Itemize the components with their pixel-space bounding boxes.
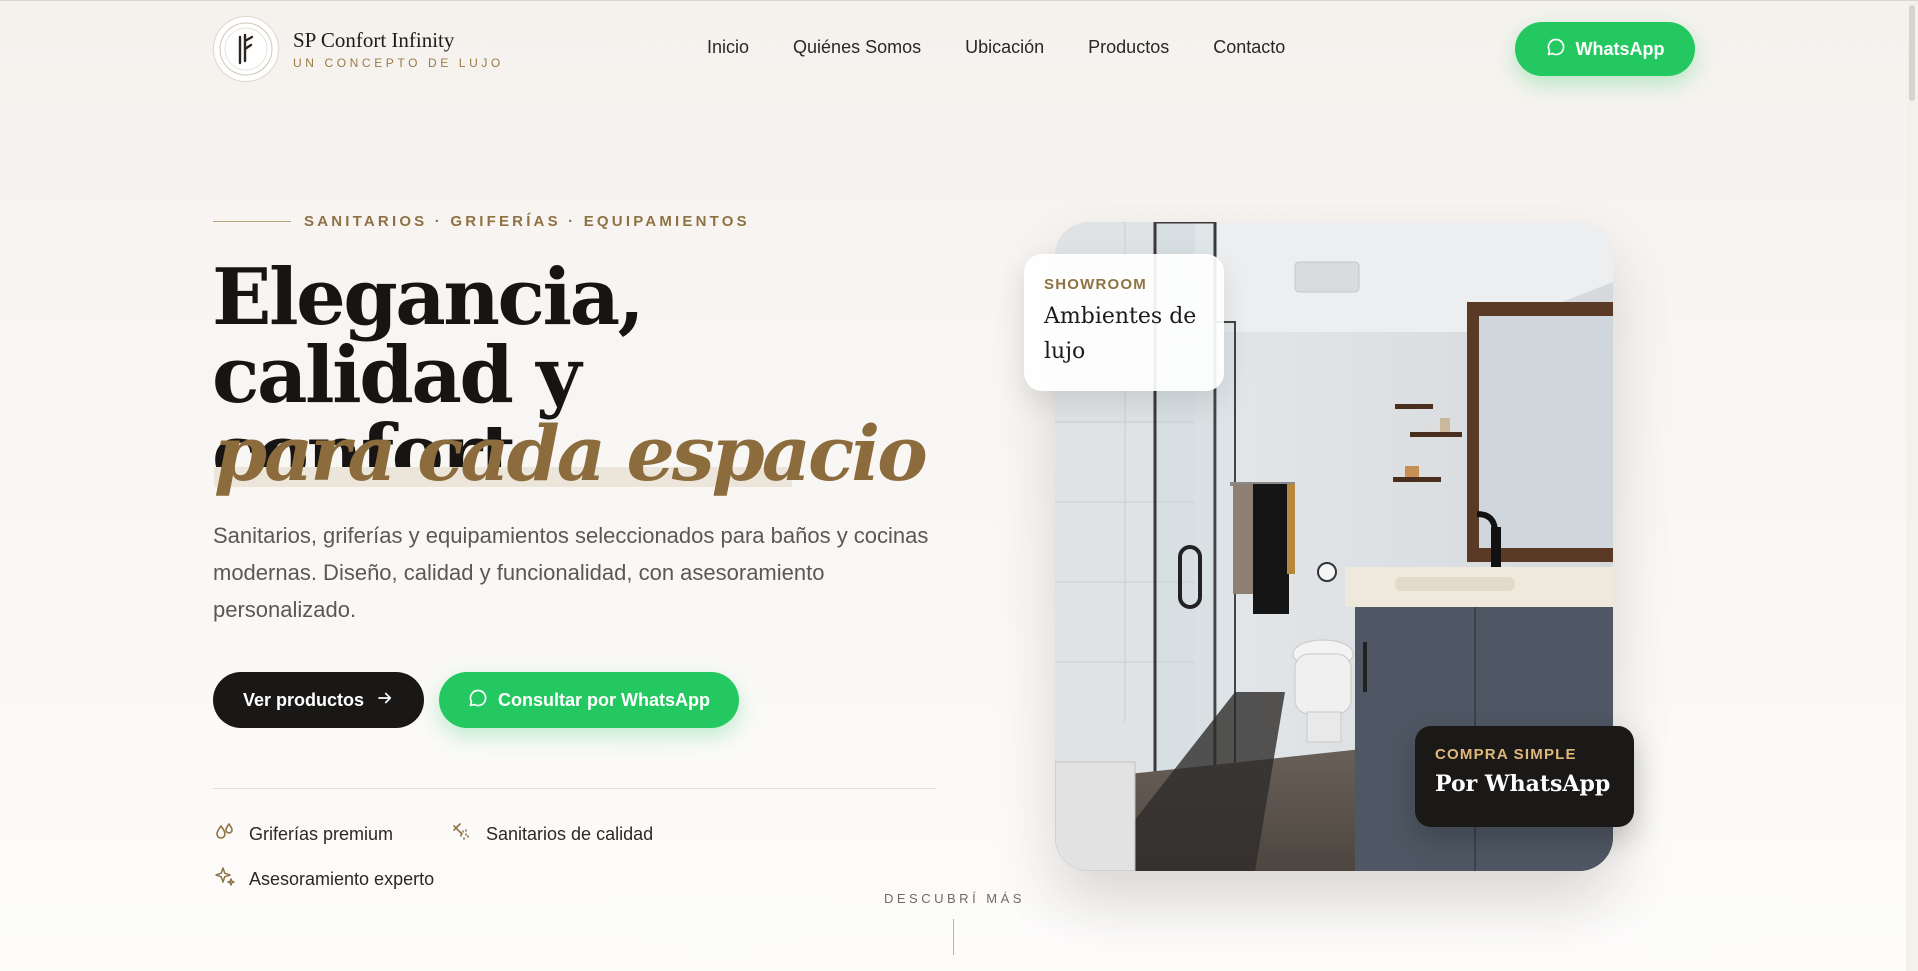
page-scrollbar[interactable] bbox=[1906, 1, 1918, 971]
hero-title-accent: para cada espacio bbox=[214, 409, 928, 498]
whatsapp-icon bbox=[1546, 37, 1566, 62]
showroom-label: SHOWROOM bbox=[1044, 276, 1147, 293]
discover-more[interactable]: DESCUBRÍ MÁS bbox=[884, 891, 1025, 906]
whatsapp-header-label: WhatsApp bbox=[1575, 38, 1665, 59]
whatsapp-icon bbox=[468, 688, 488, 713]
sparkles-icon bbox=[213, 865, 237, 894]
brand-tagline: UN CONCEPTO DE LUJO bbox=[293, 56, 504, 70]
brand-logo[interactable]: SP Confort Infinity UN CONCEPTO DE LUJO bbox=[213, 16, 504, 82]
feature-sanitarios: Sanitarios de calidad bbox=[450, 820, 653, 849]
arrow-right-icon bbox=[376, 689, 394, 712]
hero-lead: Sanitarios, griferías y equipamientos se… bbox=[213, 523, 929, 622]
nav-ubicacion[interactable]: Ubicación bbox=[965, 37, 1044, 58]
feature-label: Sanitarios de calidad bbox=[486, 824, 654, 844]
showroom-title: Ambientes de lujo bbox=[1044, 304, 1197, 364]
eyebrow-rule bbox=[213, 221, 291, 222]
ver-productos-button[interactable]: Ver productos bbox=[213, 672, 424, 728]
brand-name: SP Confort Infinity bbox=[293, 28, 455, 52]
nav-contacto[interactable]: Contacto bbox=[1213, 37, 1285, 58]
consultar-whatsapp-label: Consultar por WhatsApp bbox=[498, 689, 710, 710]
nav-quienes-somos[interactable]: Quiénes Somos bbox=[793, 37, 921, 58]
main-nav: Inicio Quiénes Somos Ubicación Productos… bbox=[707, 37, 1285, 58]
feature-asesoramiento: Asesoramiento experto bbox=[213, 865, 434, 894]
site-header: SP Confort Infinity UN CONCEPTO DE LUJO … bbox=[0, 1, 1906, 99]
compra-title: Por WhatsApp bbox=[1435, 771, 1611, 797]
scrollbar-thumb[interactable] bbox=[1909, 5, 1915, 101]
droplets-icon bbox=[213, 820, 237, 849]
nav-inicio[interactable]: Inicio bbox=[707, 37, 749, 58]
feature-griferias: Griferías premium bbox=[213, 820, 393, 849]
compra-simple-card: COMPRA SIMPLE Por WhatsApp bbox=[1415, 726, 1634, 827]
shower-icon bbox=[450, 820, 474, 849]
hero-title-line1: Elegancia, calidad y bbox=[212, 252, 645, 421]
discover-line bbox=[953, 919, 954, 955]
feature-label: Asesoramiento experto bbox=[249, 869, 435, 889]
ver-productos-label: Ver productos bbox=[242, 689, 365, 710]
compra-label: COMPRA SIMPLE bbox=[1435, 746, 1577, 763]
consultar-whatsapp-button[interactable]: Consultar por WhatsApp bbox=[439, 672, 739, 728]
hero-divider bbox=[213, 788, 936, 789]
eyebrow-text: SANITARIOS · GRIFERÍAS · EQUIPAMIENTOS bbox=[304, 213, 750, 230]
logo-badge-icon bbox=[213, 16, 279, 82]
nav-productos[interactable]: Productos bbox=[1088, 37, 1169, 58]
hero-eyebrow: SANITARIOS · GRIFERÍAS · EQUIPAMIENTOS bbox=[213, 213, 750, 230]
showroom-card: SHOWROOM Ambientes de lujo bbox=[1024, 254, 1224, 391]
feature-label: Griferías premium bbox=[249, 824, 394, 844]
whatsapp-header-button[interactable]: WhatsApp bbox=[1515, 22, 1695, 76]
